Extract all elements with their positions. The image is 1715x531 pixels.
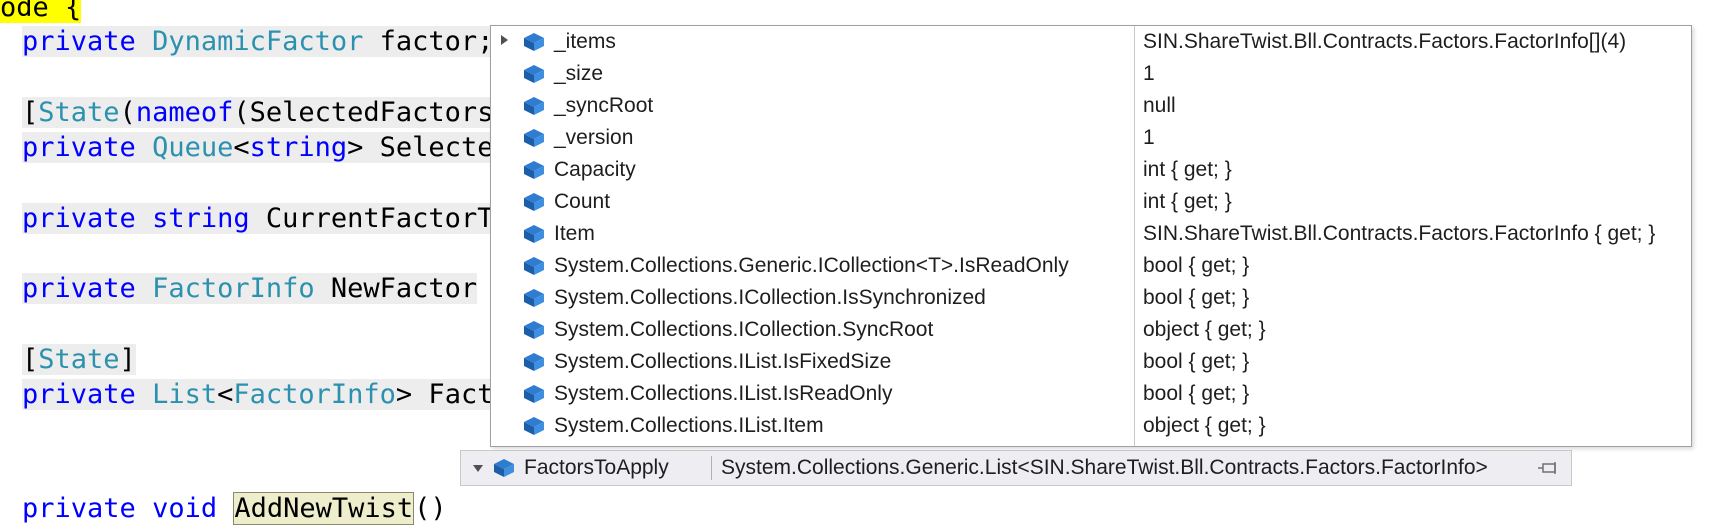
member-value[interactable]: bool { get; } (1143, 254, 1249, 278)
member-name: System.Collections.Generic.ICollection<T… (554, 254, 1069, 277)
member-name: System.Collections.ICollection.SyncRoot (554, 318, 934, 341)
member-value[interactable]: SIN.ShareTwist.Bll.Contracts.Factors.Fac… (1143, 222, 1655, 246)
member-name: Count (554, 190, 611, 213)
member-name: _items (554, 30, 616, 53)
datatip-row[interactable]: Capacity int { get; } (491, 154, 1691, 186)
datatip-row[interactable]: Count int { get; } (491, 186, 1691, 218)
member-value[interactable]: bool { get; } (1143, 382, 1249, 406)
member-value[interactable]: 1 (1143, 126, 1155, 150)
code-line: private Queue<string> Selecte (22, 132, 494, 163)
field-icon (524, 321, 544, 339)
member-name: _syncRoot (554, 94, 654, 117)
datatip-row[interactable]: _items SIN.ShareTwist.Bll.Contracts.Facto… (491, 26, 1691, 58)
member-name: System.Collections.IList.IsFixedSize (554, 350, 892, 373)
code-line: private List<FactorInfo> Fact (22, 379, 494, 410)
datatip-parent-row[interactable]: FactorsToApply System.Collections.Generi… (460, 450, 1572, 486)
datatip-row[interactable]: System.Collections.Generic.ICollection<T… (491, 250, 1691, 282)
field-icon (524, 193, 544, 211)
field-icon (524, 257, 544, 275)
member-value[interactable]: SIN.ShareTwist.Bll.Contracts.Factors.Fac… (1143, 30, 1626, 54)
collapse-icon[interactable] (473, 465, 483, 472)
member-value[interactable]: bool { get; } (1143, 286, 1249, 310)
code-line: private void AddNewTwist() (22, 492, 447, 525)
field-icon (524, 97, 544, 115)
datatip-row[interactable]: System.Collections.IList.Item object { ge… (491, 410, 1691, 442)
member-name: System.Collections.IList.IsReadOnly (554, 382, 893, 405)
member-value[interactable]: int { get; } (1143, 190, 1232, 214)
datatip-row[interactable]: Item SIN.ShareTwist.Bll.Contracts.Factors… (491, 218, 1691, 250)
member-name: _version (554, 126, 634, 149)
datatip-row[interactable]: _version 1 (491, 122, 1691, 154)
field-icon (524, 65, 544, 83)
datatip-row[interactable]: _syncRoot null (491, 90, 1691, 122)
member-value[interactable]: int { get; } (1143, 158, 1232, 182)
variable-value: System.Collections.Generic.List<SIN.Shar… (721, 456, 1488, 479)
member-value[interactable]: 1 (1143, 62, 1155, 86)
datatip-row[interactable]: System.Collections.ICollection.SyncRoot o… (491, 314, 1691, 346)
datatip-row[interactable]: System.Collections.IList.IsReadOnly bool … (491, 378, 1691, 410)
column-divider (711, 456, 712, 480)
field-icon (524, 33, 544, 51)
member-name: Capacity (554, 158, 636, 181)
pin-icon[interactable] (1537, 461, 1559, 475)
field-icon (524, 417, 544, 435)
member-value[interactable]: bool { get; } (1143, 350, 1249, 374)
field-icon (524, 385, 544, 403)
expand-icon[interactable] (501, 35, 508, 45)
datatip-row[interactable]: _size 1 (491, 58, 1691, 90)
member-value[interactable]: object { get; } (1143, 414, 1266, 438)
member-name: System.Collections.IList.Item (554, 414, 824, 437)
datatip-popup[interactable]: _items SIN.ShareTwist.Bll.Contracts.Facto… (490, 25, 1692, 447)
member-value[interactable]: object { get; } (1143, 318, 1266, 342)
field-icon (524, 353, 544, 371)
field-icon (524, 225, 544, 243)
code-line: private DynamicFactor factor; (22, 26, 494, 57)
datatip-row[interactable]: System.Collections.IList.IsFixedSize bool… (491, 346, 1691, 378)
datatip-row[interactable]: System.Collections.ICollection.IsSynchro… (491, 282, 1691, 314)
member-name: _size (554, 62, 604, 85)
field-icon (524, 161, 544, 179)
member-value[interactable]: null (1143, 94, 1176, 118)
code-line: private FactorInfo NewFactor (22, 273, 478, 304)
field-icon (524, 129, 544, 147)
code-line: private string CurrentFactorT (22, 203, 494, 234)
variable-name: FactorsToApply (524, 456, 669, 479)
field-icon (494, 459, 514, 477)
member-name: Item (554, 222, 595, 245)
field-icon (524, 289, 544, 307)
member-name: System.Collections.ICollection.IsSynchro… (554, 286, 986, 309)
